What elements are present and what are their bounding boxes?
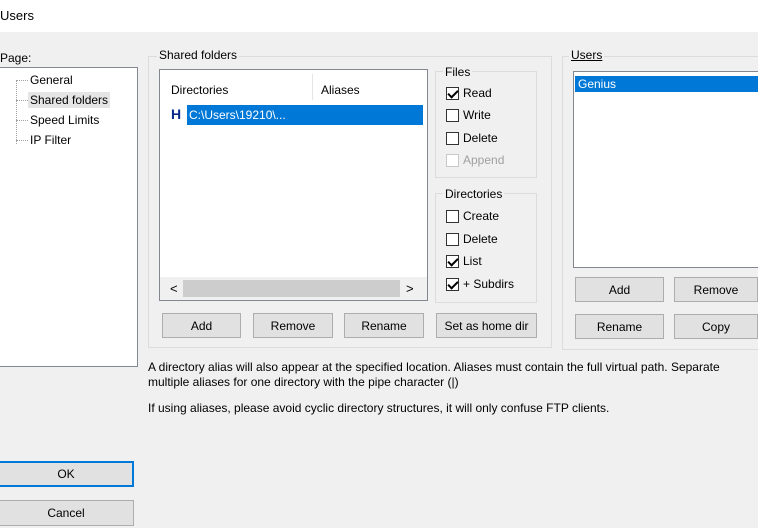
tree-connector — [16, 120, 28, 121]
delete-dirs-checkbox[interactable]: Delete — [446, 232, 498, 246]
copy-user-button[interactable]: Copy — [674, 314, 758, 339]
column-directories[interactable]: Directories — [171, 83, 228, 97]
files-title: Files — [443, 65, 473, 79]
checkbox-box — [446, 254, 459, 268]
set-home-dir-button[interactable]: Set as home dir — [436, 313, 537, 338]
add-user-button[interactable]: Add — [575, 277, 664, 302]
subdirs-label: + Subdirs — [463, 277, 515, 291]
home-dir-marker: H — [171, 106, 182, 122]
subdirs-checkbox[interactable]: + Subdirs — [446, 277, 514, 291]
tree-item-speed-limits[interactable]: Speed Limits — [30, 113, 99, 127]
column-divider — [312, 74, 313, 100]
ok-button[interactable]: OK — [0, 461, 134, 487]
read-checkbox[interactable]: Read — [446, 86, 492, 100]
scroll-left-arrow[interactable]: < — [170, 281, 178, 296]
cyclic-warning-text: If using aliases, please avoid cyclic di… — [148, 401, 610, 415]
create-label: Create — [463, 209, 500, 223]
delete-files-checkbox[interactable]: Delete — [446, 131, 498, 145]
tree-item-ip-filter[interactable]: IP Filter — [30, 133, 71, 147]
checkbox-box — [446, 153, 459, 167]
tree-connector — [16, 100, 28, 101]
directories-list[interactable]: Directories Aliases H C:\Users\19210\...… — [159, 69, 428, 301]
delete-files-label: Delete — [463, 131, 498, 145]
scroll-thumb[interactable] — [183, 280, 400, 297]
users-list[interactable]: Genius — [573, 71, 758, 268]
remove-folder-button[interactable]: Remove — [253, 313, 333, 338]
title-bar — [0, 0, 758, 32]
horizontal-scrollbar[interactable]: < > — [160, 277, 427, 300]
alias-info-text: A directory alias will also appear at th… — [148, 360, 720, 389]
directory-path: C:\Users\19210\... — [189, 108, 286, 122]
users-title: Users — [569, 48, 605, 62]
checkbox-box — [446, 86, 459, 100]
checkbox-box — [446, 131, 459, 145]
page-label: Page: — [0, 51, 32, 65]
add-folder-button[interactable]: Add — [162, 313, 241, 338]
column-aliases[interactable]: Aliases — [321, 83, 360, 97]
cancel-button[interactable]: Cancel — [0, 500, 134, 526]
checkbox-box — [446, 108, 459, 122]
remove-user-button[interactable]: Remove — [674, 277, 758, 302]
write-label: Write — [463, 108, 491, 122]
tree-connector — [16, 140, 28, 141]
checkbox-box — [446, 209, 459, 223]
append-checkbox: Append — [446, 153, 504, 167]
page-tree[interactable]: General Shared folders Speed Limits IP F… — [0, 67, 138, 367]
user-item-genius[interactable]: Genius — [575, 76, 758, 92]
tree-connector — [16, 80, 28, 81]
scroll-right-arrow[interactable]: > — [406, 281, 414, 296]
append-label: Append — [463, 153, 505, 167]
tree-connector — [16, 80, 17, 144]
create-checkbox[interactable]: Create — [446, 209, 499, 223]
list-checkbox[interactable]: List — [446, 254, 482, 268]
rename-folder-button[interactable]: Rename — [344, 313, 424, 338]
tree-item-shared-folders[interactable]: Shared folders — [28, 92, 111, 108]
checkbox-box — [446, 277, 459, 291]
directories-title: Directories — [443, 187, 505, 201]
write-checkbox[interactable]: Write — [446, 108, 491, 122]
tree-item-general[interactable]: General — [30, 73, 73, 87]
read-label: Read — [463, 86, 492, 100]
rename-user-button[interactable]: Rename — [575, 314, 664, 339]
shared-folders-title: Shared folders — [157, 48, 240, 62]
list-label: List — [463, 254, 482, 268]
checkbox-box — [446, 232, 459, 246]
delete-dirs-label: Delete — [463, 232, 498, 246]
list-header: Directories Aliases — [160, 70, 427, 100]
table-row[interactable]: C:\Users\19210\... — [187, 105, 423, 125]
window-title: Users — [0, 8, 34, 23]
